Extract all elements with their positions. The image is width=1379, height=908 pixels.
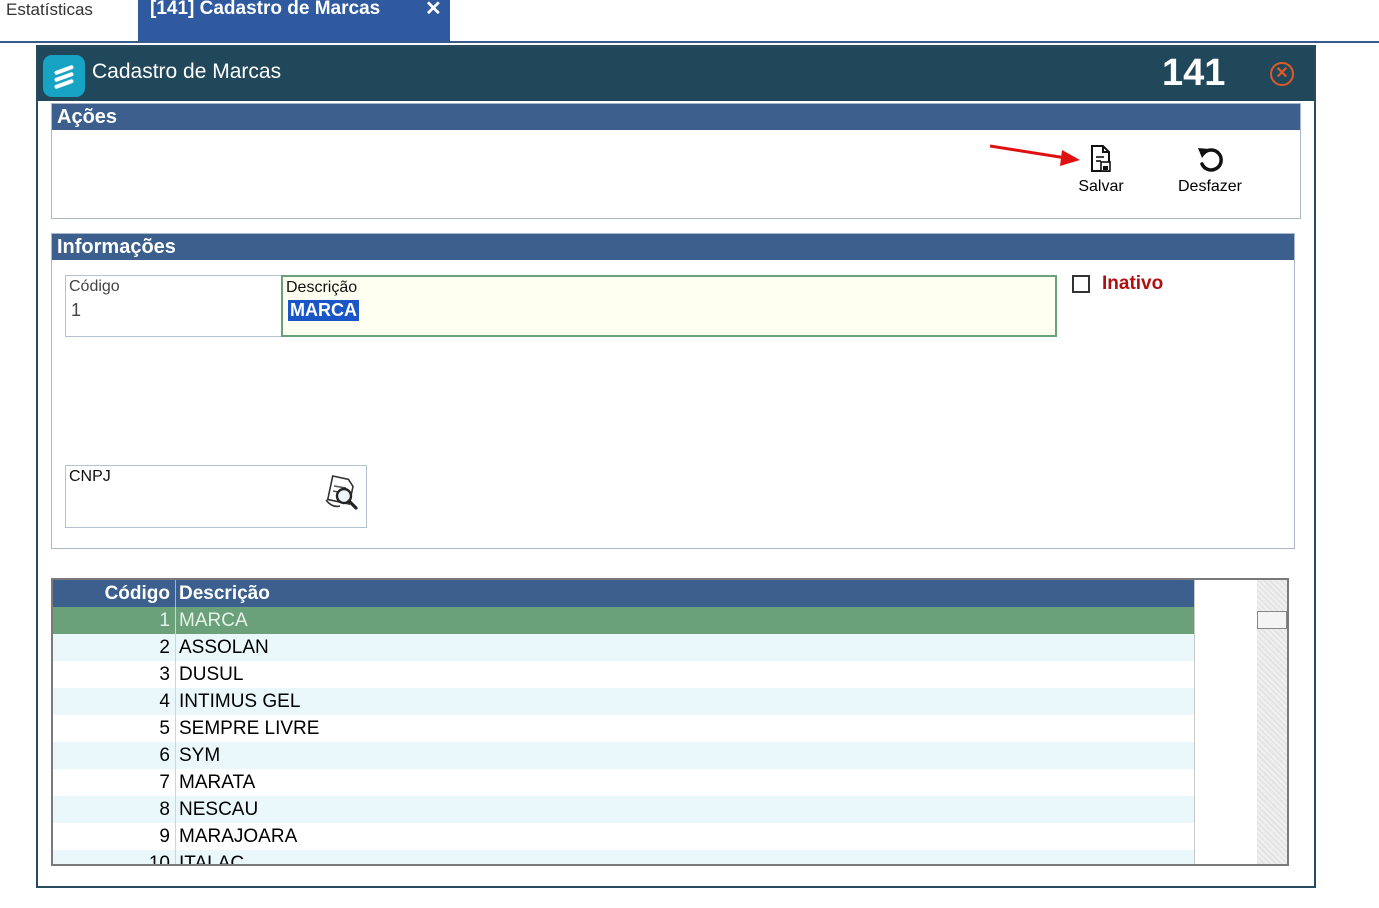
row-separator (175, 715, 176, 742)
inativo-checkbox-box (1072, 275, 1090, 293)
table-row[interactable]: 9 MARAJOARA (53, 823, 1194, 850)
descricao-field[interactable]: Descrição MARCA (281, 275, 1057, 337)
cnpj-caption: CNPJ (69, 468, 111, 485)
cnpj-field[interactable]: CNPJ (65, 465, 367, 528)
row-codigo: 6 (159, 745, 170, 766)
save-button-label: Salvar (1078, 178, 1124, 195)
tab-estatisticas[interactable]: Estatísticas (0, 0, 99, 40)
row-separator (175, 850, 176, 864)
row-codigo: 8 (159, 799, 170, 820)
table-row[interactable]: 1 MARCA (53, 607, 1194, 634)
window-title: Cadastro de Marcas (92, 60, 282, 83)
table-row[interactable]: 10 ITALAC (53, 850, 1194, 866)
row-descricao: SYM (179, 745, 221, 766)
row-codigo: 3 (159, 664, 170, 685)
table-row[interactable]: 6 SYM (53, 742, 1194, 769)
grid-header-separator (175, 580, 176, 607)
table-row[interactable]: 5 SEMPRE LIVRE (53, 715, 1194, 742)
row-separator (175, 661, 176, 688)
row-separator (175, 607, 176, 634)
row-codigo: 1 (159, 610, 170, 631)
codigo-caption: Código (69, 278, 120, 295)
row-separator (175, 742, 176, 769)
descricao-caption: Descrição (286, 279, 358, 296)
informacoes-header: Informações (52, 234, 1294, 260)
table-row[interactable]: 4 INTIMUS GEL (53, 688, 1194, 715)
row-separator (175, 769, 176, 796)
save-button[interactable]: Salvar (1070, 144, 1132, 200)
window-titlebar: Cadastro de Marcas 141 ✕ (38, 47, 1314, 101)
inativo-label: Inativo (1102, 273, 1164, 294)
grid-header: Código Descrição (53, 580, 1194, 607)
row-separator (175, 688, 176, 715)
tab-cadastro-marcas[interactable]: [141] Cadastro de Marcas ✕ (138, 0, 450, 42)
table-row[interactable]: 3 DUSUL (53, 661, 1194, 688)
close-icon[interactable]: ✕ (1270, 62, 1294, 86)
tab-close-icon[interactable]: ✕ (425, 0, 442, 19)
tab-bar: Estatísticas [141] Cadastro de Marcas ✕ (0, 0, 1379, 42)
row-separator (175, 796, 176, 823)
grid-scrollbar-thumb[interactable] (1257, 611, 1287, 629)
document-search-icon[interactable] (322, 472, 360, 512)
marcas-grid: Código Descrição 1 MARCA 2 ASSOLAN 3 DUSUL 4 IN… (51, 578, 1289, 866)
row-descricao: ITALAC (179, 853, 245, 866)
cadastro-window: Cadastro de Marcas 141 ✕ Ações Salvar De… (36, 45, 1316, 888)
grid-body: 1 MARCA 2 ASSOLAN 3 DUSUL 4 INTIMUS GEL 5 SEMPRE … (53, 607, 1194, 866)
grid-header-descricao[interactable]: Descrição (179, 580, 270, 607)
row-separator (175, 634, 176, 661)
row-codigo: 9 (159, 826, 170, 847)
row-codigo: 4 (159, 691, 170, 712)
table-row[interactable]: 7 MARATA (53, 769, 1194, 796)
acoes-panel: Ações Salvar Desfazer (51, 103, 1301, 219)
tab-estatisticas-label: Estatísticas (6, 0, 93, 19)
descricao-value: MARCA (288, 300, 359, 321)
acoes-header: Ações (52, 104, 1300, 130)
inativo-checkbox[interactable]: Inativo (1072, 273, 1182, 297)
row-descricao: NESCAU (179, 799, 259, 820)
undo-button[interactable]: Desfazer (1168, 144, 1252, 200)
table-row[interactable]: 8 NESCAU (53, 796, 1194, 823)
row-separator (175, 823, 176, 850)
tab-divider (0, 41, 1379, 43)
row-descricao: INTIMUS GEL (179, 691, 301, 712)
codigo-value: 1 (71, 300, 82, 320)
row-codigo: 2 (159, 637, 170, 658)
undo-button-label: Desfazer (1177, 178, 1243, 195)
save-document-icon (1091, 145, 1111, 172)
row-descricao: ASSOLAN (179, 637, 269, 658)
row-descricao: SEMPRE LIVRE (179, 718, 320, 739)
row-codigo: 10 (148, 853, 170, 866)
tab-cadastro-marcas-label: [141] Cadastro de Marcas (150, 0, 381, 19)
row-codigo: 7 (159, 772, 170, 793)
row-descricao: MARAJOARA (179, 826, 298, 847)
table-row[interactable]: 2 ASSOLAN (53, 634, 1194, 661)
app-logo-icon (43, 55, 85, 97)
window-number: 141 (1162, 52, 1226, 94)
row-descricao: MARATA (179, 772, 256, 793)
informacoes-panel: Informações Código 1 Descrição MARCA Ina… (51, 233, 1295, 549)
row-codigo: 5 (159, 718, 170, 739)
undo-icon (1198, 148, 1223, 172)
codigo-field[interactable]: Código 1 (65, 275, 282, 337)
row-descricao: MARCA (179, 610, 248, 631)
row-descricao: DUSUL (179, 664, 244, 685)
grid-header-codigo[interactable]: Código (53, 580, 170, 607)
